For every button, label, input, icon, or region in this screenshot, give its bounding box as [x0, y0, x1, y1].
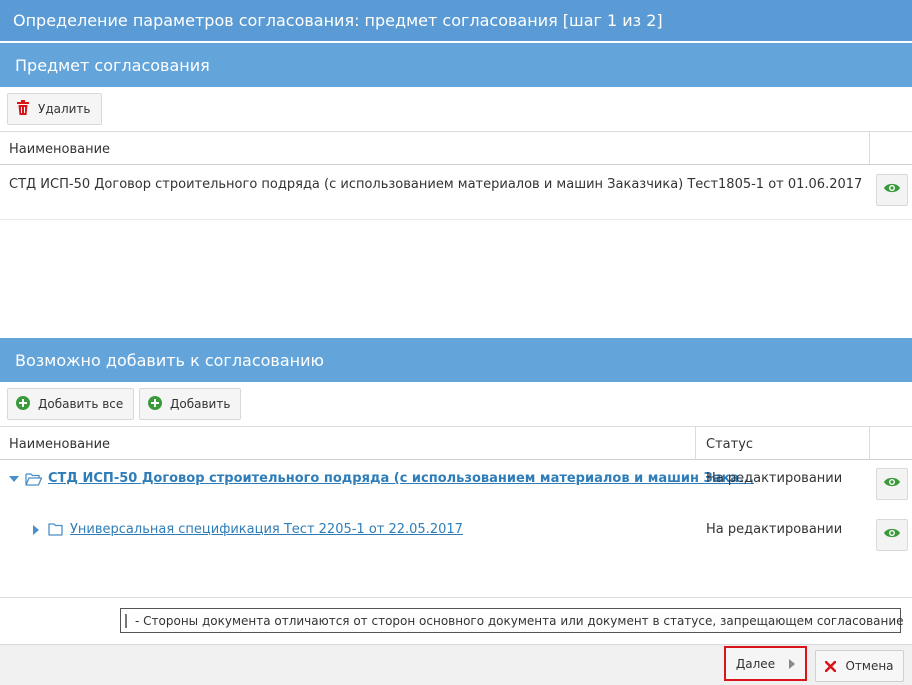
delete-button-label: Удалить: [38, 102, 91, 116]
caret-right-icon[interactable]: [33, 524, 39, 535]
col-divider: [869, 426, 870, 460]
legend-swatch: [125, 613, 127, 628]
divider: [0, 597, 912, 598]
trash-icon: [16, 100, 30, 118]
subject-section-header: Предмет согласования: [0, 43, 912, 87]
plus-circle-icon: [16, 395, 30, 413]
cancel-button-label: Отмена: [845, 659, 894, 673]
table-row: Универсальная спецификация Тест 2205-1 о…: [33, 522, 463, 537]
subject-col-name-header: Наименование: [9, 142, 111, 157]
window-title: Определение параметров согласования: пре…: [0, 0, 912, 41]
document-link[interactable]: СТД ИСП-50 Договор строительного подряда…: [48, 471, 754, 486]
cancel-button[interactable]: Отмена: [815, 650, 904, 682]
caret-down-icon[interactable]: [9, 475, 19, 483]
next-button[interactable]: Далее: [724, 646, 807, 681]
view-document-button[interactable]: [876, 519, 908, 551]
table-row: СТД ИСП-50 Договор строительного подряда…: [9, 471, 754, 486]
row-status: На редактировании: [706, 471, 843, 486]
available-col-name-header: Наименование: [9, 437, 111, 452]
add-all-button-label: Добавить все: [38, 397, 124, 411]
folder-open-icon: [25, 472, 42, 486]
col-divider: [869, 131, 870, 165]
eye-icon: [884, 527, 900, 543]
divider: [0, 131, 912, 132]
next-button-label: Далее: [735, 656, 776, 671]
legend-text: - Стороны документа отличаются от сторон…: [135, 613, 904, 628]
legend: - Стороны документа отличаются от сторон…: [120, 608, 904, 633]
delete-button[interactable]: Удалить: [7, 93, 102, 125]
add-button[interactable]: Добавить: [139, 388, 242, 420]
folder-icon: [48, 523, 63, 536]
view-subject-button[interactable]: [876, 174, 908, 206]
available-section-header: Возможно добавить к согласованию: [0, 338, 912, 382]
col-divider: [695, 426, 696, 460]
caret-right-icon: [789, 658, 796, 669]
document-link[interactable]: Универсальная спецификация Тест 2205-1 о…: [70, 522, 463, 537]
divider: [0, 426, 912, 427]
row-status: На редактировании: [706, 522, 843, 537]
subject-row-name: СТД ИСП-50 Договор строительного подряда…: [9, 177, 863, 192]
view-document-button[interactable]: [876, 468, 908, 500]
divider: [0, 459, 912, 460]
close-icon: [825, 660, 837, 672]
add-all-button[interactable]: Добавить все: [7, 388, 135, 420]
eye-icon: [884, 476, 900, 492]
eye-icon: [884, 182, 900, 198]
row-divider: [0, 219, 912, 220]
plus-circle-icon: [148, 395, 162, 413]
available-col-status-header: Статус: [706, 437, 754, 452]
divider: [0, 164, 912, 165]
add-button-label: Добавить: [170, 397, 231, 411]
